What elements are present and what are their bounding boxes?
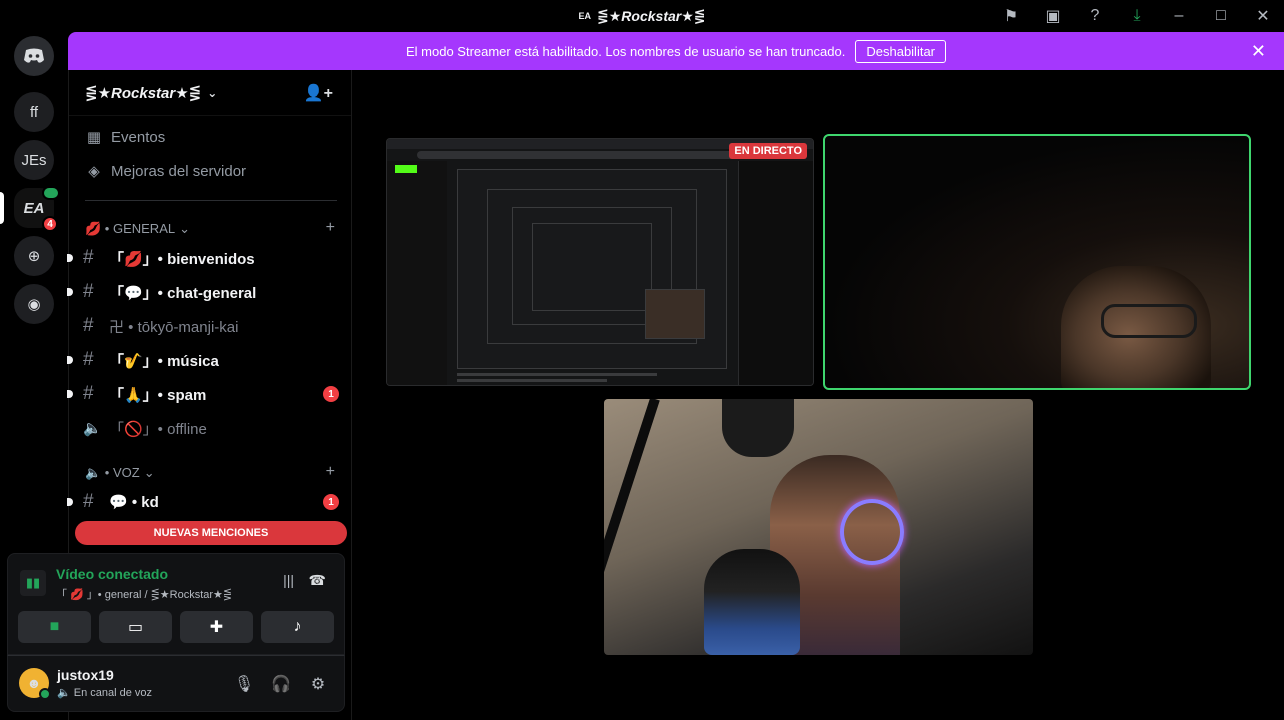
screen-share-tile[interactable]: EN DIRECTO [386, 138, 814, 386]
download-icon[interactable]: ⤓ [1116, 0, 1158, 32]
noise-suppression-icon[interactable]: ||| [283, 572, 294, 588]
screen-sidebar [387, 161, 447, 385]
server-ff[interactable]: ff [14, 92, 54, 132]
disconnect-icon[interactable]: ☎ [309, 572, 326, 589]
screen-text-line [457, 379, 607, 382]
discord-home-icon[interactable] [14, 36, 54, 76]
boost-icon: ◈ [88, 163, 100, 180]
hash-icon: # [83, 383, 94, 404]
headphones-icon[interactable]: 🎧 [270, 673, 292, 695]
window-title: EA ⋚★Rockstar★⋚ [579, 8, 706, 25]
server-name: ⋚★Rockstar★⋚ [85, 84, 202, 102]
invite-people-icon[interactable]: 👤+ [304, 83, 333, 103]
banner-message: El modo Streamer está habilitado. Los no… [405, 43, 846, 59]
channel-tokyo-manji-kai[interactable]: # 卍 • tōkyō-manji-kai [69, 311, 353, 341]
explore-icon[interactable]: ◉ [14, 284, 54, 324]
kick-logo [395, 165, 417, 173]
server-boosts-link[interactable]: ◈ Mejoras del servidor [85, 162, 246, 181]
lamp-arm [604, 399, 660, 645]
server-header[interactable]: ⋚★Rockstar★⋚ ⌄ 👤+ [69, 70, 351, 116]
unread-indicator [67, 288, 73, 296]
unread-indicator [67, 498, 73, 506]
hash-icon: # [83, 281, 94, 302]
add-channel-icon[interactable]: + [326, 463, 335, 481]
screen-chat-panel [738, 161, 813, 385]
unread-indicator [67, 356, 73, 364]
channel-kd[interactable]: # 💬 • kd 1 [67, 487, 353, 517]
avatar[interactable]: ☻ [19, 668, 51, 700]
rgb-headset [840, 499, 904, 565]
microphone-prop [722, 399, 794, 457]
webcam-tile-2[interactable] [604, 399, 1033, 655]
streamer-mode-icon[interactable]: ▣ [1032, 0, 1074, 32]
active-server-indicator [0, 192, 4, 224]
close-icon[interactable]: ✕ [1251, 41, 1266, 62]
window-title-text: ⋚★Rockstar★⋚ [597, 7, 706, 24]
hash-icon: # [83, 247, 94, 268]
streamer-mode-banner: El modo Streamer está habilitado. Los no… [68, 32, 1284, 70]
screen-address-bar [417, 151, 737, 159]
category-voz[interactable]: 🔈 • VOZ ⌄ [85, 465, 155, 481]
category-general[interactable]: 💋 • GENERAL ⌄ [85, 221, 190, 237]
channel-offline[interactable]: 🔈 「🚫」• offline [69, 413, 353, 443]
chevron-down-icon: ⌄ [143, 465, 155, 480]
disable-streamer-button[interactable]: Deshabilitar [855, 39, 947, 63]
voice-status[interactable]: Vídeo conectado [56, 566, 168, 582]
signal-icon: ▮▮ [20, 570, 46, 596]
title-bar: EA ⋚★Rockstar★⋚ ⚑ ▣ ? ⤓ – □ ✕ [0, 0, 1284, 32]
server-ea[interactable]: EA 4 [14, 186, 60, 232]
mention-badge: 1 [323, 494, 339, 510]
unread-indicator [67, 390, 73, 398]
activities-button[interactable]: ✚ [180, 611, 253, 643]
figurine [704, 549, 800, 655]
soundboard-button[interactable]: ♪ [261, 611, 334, 643]
screen-text-line [457, 373, 657, 376]
channel-bienvenidos[interactable]: # 「💋」• bienvenidos [67, 243, 353, 273]
voice-location[interactable]: 「 💋 」• general / ⋚★Rockstar★⋚ [56, 586, 232, 602]
screen-share-button[interactable]: ▭ [99, 611, 172, 643]
speaker-icon: 🔈 [83, 420, 102, 437]
unread-indicator [67, 254, 73, 262]
hash-icon: # [83, 315, 94, 336]
live-badge: EN DIRECTO [729, 143, 807, 159]
voice-activity-badge [42, 186, 60, 200]
glasses [1101, 304, 1197, 338]
user-status: 🔈 En canal de voz [57, 687, 153, 699]
username[interactable]: justox19 [57, 667, 114, 683]
calendar-icon: ▦ [86, 129, 102, 146]
ea-logo: EA [578, 11, 592, 21]
webcam-tile-1[interactable] [823, 134, 1251, 390]
flag-icon[interactable]: ⚑ [990, 0, 1032, 32]
mention-badge: 1 [323, 386, 339, 402]
voice-connection-panel: ▮▮ Vídeo conectado 「 💋 」• general / ⋚★Ro… [7, 553, 345, 655]
new-mentions-button[interactable]: NUEVAS MENCIONES [75, 521, 347, 545]
chevron-down-icon: ⌄ [207, 85, 218, 100]
minimize-icon[interactable]: – [1158, 0, 1200, 32]
divider [85, 200, 337, 201]
add-server-icon[interactable]: ⊕ [14, 236, 54, 276]
maximize-icon[interactable]: □ [1200, 0, 1242, 32]
channel-musica[interactable]: # 「🎷」• música [67, 345, 353, 375]
camera-button[interactable]: ■ [18, 611, 91, 643]
channel-chat-general[interactable]: # 「💬」• chat-general [67, 277, 353, 307]
window-close-icon[interactable]: ✕ [1242, 0, 1284, 32]
chevron-down-icon: ⌄ [179, 221, 190, 236]
nested-screen [532, 223, 652, 311]
hash-icon: # [83, 491, 94, 512]
channel-spam[interactable]: # 「🙏」• spam 1 [67, 379, 353, 409]
add-channel-icon[interactable]: + [326, 219, 335, 237]
microphone-icon[interactable]: 🎙 [233, 673, 255, 695]
events-link[interactable]: ▦ Eventos [85, 128, 165, 147]
nested-webcam [645, 289, 705, 339]
hash-icon: # [83, 349, 94, 370]
speaker-icon: 🔈 [57, 687, 71, 699]
server-jes[interactable]: JEs [14, 140, 54, 180]
online-status-icon [39, 688, 51, 700]
mention-badge: 4 [42, 216, 58, 232]
help-icon[interactable]: ? [1074, 0, 1116, 32]
settings-gear-icon[interactable]: ⚙ [307, 673, 329, 695]
user-panel: ☻ justox19 🔈 En canal de voz 🎙 🎧 ⚙ [7, 655, 345, 712]
